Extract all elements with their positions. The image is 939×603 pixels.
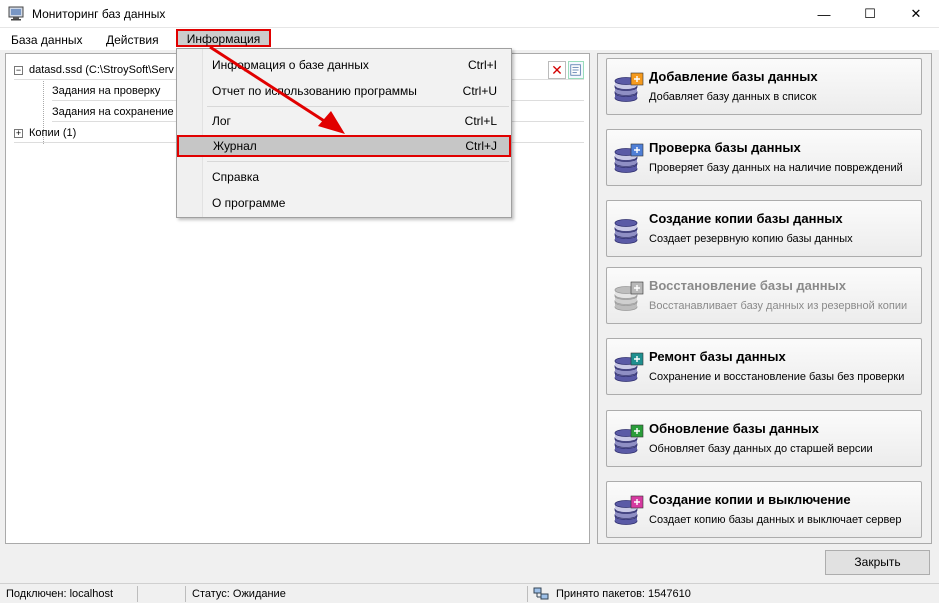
close-window-button[interactable]: ✕ <box>893 0 939 28</box>
action-description: Восстанавливает базу данных из резервной… <box>649 300 908 312</box>
action-description: Создает резервную копию базы данных <box>649 233 853 245</box>
menu-item-label: Журнал <box>213 139 257 153</box>
action-description: Добавляет базу данных в список <box>649 91 817 103</box>
window-title: Мониторинг баз данных <box>32 7 166 21</box>
menu-item-help[interactable]: Справка <box>205 166 509 188</box>
network-icon <box>533 587 549 600</box>
menu-gutter <box>177 49 203 217</box>
database-stack-icon <box>614 281 644 311</box>
backup-shutdown-button[interactable]: Создание копии и выключение Создает копию… <box>606 481 922 538</box>
status-state: Статус: Ожидание <box>188 586 528 602</box>
menu-item-label: Отчет по использованию программы <box>212 84 417 98</box>
remove-database-icon[interactable]: ✕ <box>548 61 566 79</box>
status-bar: Подключен: localhost Статус: Ожидание Пр… <box>0 583 939 603</box>
menu-actions[interactable]: Действия <box>100 31 165 49</box>
information-menu: Информация о базе данных Ctrl+I Отчет по… <box>176 48 512 218</box>
menu-shortcut: Ctrl+L <box>464 114 497 128</box>
title-bar: Мониторинг баз данных — ☐ ✕ <box>0 0 939 28</box>
menu-item-label: Информация о базе данных <box>212 58 369 72</box>
action-title: Ремонт базы данных <box>649 349 786 364</box>
action-title: Восстановление базы данных <box>649 278 846 293</box>
menu-separator <box>207 106 509 107</box>
check-database-button[interactable]: Проверка базы данных Проверяет базу данны… <box>606 129 922 186</box>
restore-database-button[interactable]: Восстановление базы данных Восстанавливае… <box>606 267 922 324</box>
repair-database-button[interactable]: Ремонт базы данных Сохранение и восстанов… <box>606 338 922 395</box>
menu-shortcut: Ctrl+I <box>467 58 497 72</box>
menu-item-db-info[interactable]: Информация о базе данных Ctrl+I <box>205 54 509 76</box>
update-database-button[interactable]: Обновление базы данных Обновляет базу дан… <box>606 410 922 467</box>
action-title: Обновление базы данных <box>649 421 819 436</box>
menu-bar: База данных Действия Информация <box>0 28 939 50</box>
status-connection: Подключен: localhost <box>2 586 138 602</box>
action-title: Проверка базы данных <box>649 140 801 155</box>
add-database-button[interactable]: Добавление базы данных Добавляет базу дан… <box>606 58 922 115</box>
tree-item-label: Копии (1) <box>29 127 77 139</box>
menu-database[interactable]: База данных <box>5 31 88 49</box>
database-stack-icon <box>614 72 644 102</box>
close-button[interactable]: Закрыть <box>825 550 930 575</box>
menu-item-label: Лог <box>212 114 231 128</box>
menu-item-usage-report[interactable]: Отчет по использованию программы Ctrl+U <box>205 80 509 102</box>
backup-database-button[interactable]: Создание копии базы данных Создает резерв… <box>606 200 922 257</box>
menu-item-journal[interactable]: Журнал Ctrl+J <box>177 135 511 157</box>
app-monitor-icon <box>8 6 24 21</box>
edit-icon[interactable] <box>568 61 584 79</box>
minimize-button[interactable]: — <box>801 0 847 28</box>
expand-icon[interactable]: + <box>14 128 23 138</box>
menu-item-label: О программе <box>212 196 286 210</box>
maximize-button[interactable]: ☐ <box>847 0 893 28</box>
menu-separator <box>207 161 509 162</box>
database-stack-icon <box>614 424 644 454</box>
action-description: Создает копию базы данных и выключает се… <box>649 514 902 526</box>
menu-item-label: Справка <box>212 170 260 184</box>
action-description: Обновляет базу данных до старшей версии <box>649 443 873 455</box>
status-packets: Принято пакетов: 1547610 <box>556 588 691 600</box>
menu-item-log[interactable]: Лог Ctrl+L <box>205 110 509 132</box>
status-divider <box>140 586 186 602</box>
action-title: Создание копии базы данных <box>649 211 843 226</box>
action-description: Сохранение и восстановление базы без про… <box>649 371 905 383</box>
actions-panel: Добавление базы данных Добавляет базу дан… <box>597 53 932 544</box>
database-stack-icon <box>614 495 644 525</box>
action-title: Добавление базы данных <box>649 69 818 84</box>
menu-information[interactable]: Информация <box>176 29 271 47</box>
menu-item-about[interactable]: О программе <box>205 192 509 214</box>
database-stack-icon <box>614 143 644 173</box>
collapse-icon[interactable]: − <box>14 65 23 75</box>
action-title: Создание копии и выключение <box>649 492 851 507</box>
menu-shortcut: Ctrl+J <box>465 139 497 153</box>
action-description: Проверяет базу данных на наличие поврежд… <box>649 162 903 174</box>
database-stack-icon <box>614 352 644 382</box>
menu-shortcut: Ctrl+U <box>462 84 497 98</box>
database-stack-icon <box>614 219 638 244</box>
tree-item-label: datasd.ssd (C:\StroySoft\Serv <box>29 64 174 76</box>
